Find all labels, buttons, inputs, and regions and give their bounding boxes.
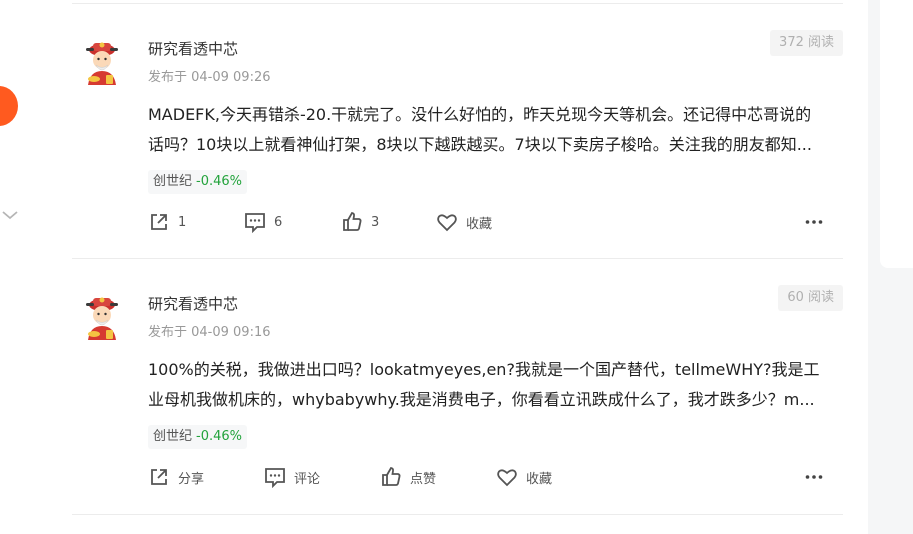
like-button[interactable]: 3 xyxy=(341,209,379,235)
favorite-button[interactable]: 收藏 xyxy=(496,464,552,490)
more-icon[interactable] xyxy=(805,209,823,235)
comment-icon xyxy=(265,468,285,488)
share-icon xyxy=(151,214,167,230)
comment-icon xyxy=(245,213,265,233)
comment-button[interactable]: 6 xyxy=(244,209,282,235)
chevron-down-icon[interactable] xyxy=(0,205,20,225)
stock-change: -0.46% xyxy=(196,174,243,189)
divider xyxy=(72,514,843,515)
heart-icon xyxy=(497,469,517,487)
author-name[interactable]: 研究看透中芯 xyxy=(148,38,238,59)
post-time: 发布于 04-09 09:26 xyxy=(148,70,271,85)
post-content-line: 100%的关税，我做进出口吗？lookatmyeyes,en?我就是一个国产替代… xyxy=(148,360,820,379)
like-label: 点赞 xyxy=(410,471,437,487)
thumbs-up-icon xyxy=(382,466,401,486)
favorite-label: 收藏 xyxy=(526,471,553,487)
post-feed: 研究看透中芯 发布于 04-09 09:26 372 阅读 MADEFK,今天再… xyxy=(34,0,868,534)
post-content-line: 话吗？10块以上就看神仙打架，8块以下越跌越买。7块以下卖房子梭哈。关注我的朋友… xyxy=(148,135,812,154)
like-button[interactable]: 点赞 xyxy=(380,464,436,490)
stock-name: 创世纪 xyxy=(153,174,193,189)
read-count: 372 阅读 xyxy=(770,30,843,56)
caishen-avatar-icon[interactable] xyxy=(78,294,126,342)
left-sidebar xyxy=(0,0,34,534)
post-actions: 分享 评论 点赞 收藏 xyxy=(148,464,848,490)
orange-badge-icon[interactable] xyxy=(0,86,18,126)
post-content-line: MADEFK,今天再错杀-20.干就完了。没什么好怕的，昨天兑现今天等机会。还记… xyxy=(148,105,812,124)
favorite-label: 收藏 xyxy=(466,216,493,232)
author-name[interactable]: 研究看透中芯 xyxy=(148,293,238,314)
heart-icon xyxy=(437,214,457,232)
share-icon xyxy=(151,469,167,485)
stock-change: -0.46% xyxy=(196,429,243,444)
more-icon[interactable] xyxy=(805,464,823,490)
read-count: 60 阅读 xyxy=(778,285,843,311)
share-button[interactable]: 分享 xyxy=(148,464,204,490)
favorite-button[interactable]: 收藏 xyxy=(436,209,492,235)
post-actions: 1 6 3 收藏 xyxy=(148,209,848,235)
right-panel xyxy=(880,0,913,268)
post-card: 研究看透中芯 发布于 04-09 09:26 372 阅读 MADEFK,今天再… xyxy=(34,4,868,259)
like-count: 3 xyxy=(371,214,380,230)
caishen-avatar-icon[interactable] xyxy=(78,39,126,87)
post-content-line: 业母机我做机床的，whybabywhy.我是消费电子，你看看立讯跌成什么了，我才… xyxy=(148,390,815,409)
thumbs-up-icon xyxy=(343,211,362,231)
post-content[interactable]: 100%的关税，我做进出口吗？lookatmyeyes,en?我就是一个国产替代… xyxy=(148,355,848,415)
stock-name: 创世纪 xyxy=(153,429,193,444)
share-count: 1 xyxy=(178,214,187,230)
comment-count: 6 xyxy=(274,214,283,230)
post-card: 研究看透中芯 发布于 04-09 09:16 60 阅读 100%的关税，我做进… xyxy=(34,259,868,514)
post-time: 发布于 04-09 09:16 xyxy=(148,325,271,340)
stock-tag[interactable]: 创世纪 -0.46% xyxy=(148,170,248,194)
stock-tag[interactable]: 创世纪 -0.46% xyxy=(148,425,248,449)
comment-button[interactable]: 评论 xyxy=(264,464,320,490)
comment-label: 评论 xyxy=(294,471,321,487)
post-content[interactable]: MADEFK,今天再错杀-20.干就完了。没什么好怕的，昨天兑现今天等机会。还记… xyxy=(148,100,848,160)
share-button[interactable]: 1 xyxy=(148,209,186,235)
share-label: 分享 xyxy=(178,471,205,487)
